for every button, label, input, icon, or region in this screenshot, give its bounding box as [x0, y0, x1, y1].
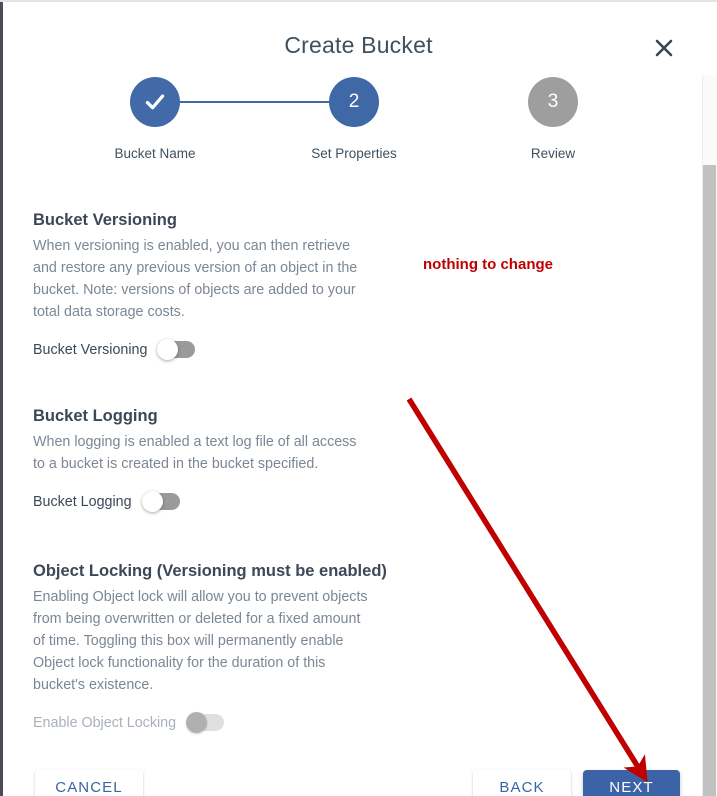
- annotation-note: nothing to change: [423, 256, 553, 273]
- back-button[interactable]: BACK: [473, 770, 571, 796]
- bucket-versioning-toggle-label: Bucket Versioning: [33, 341, 148, 358]
- wizard-stepper: Bucket Name 2 Set Properties 3 Review: [3, 77, 714, 172]
- bucket-logging-description: When logging is enabled a text log file …: [33, 434, 357, 472]
- toggle-knob: [141, 491, 163, 512]
- object-locking-title: Object Locking (Versioning must be enabl…: [33, 562, 387, 580]
- bucket-versioning-title: Bucket Versioning: [33, 211, 177, 229]
- vertical-scrollbar-thumb[interactable]: [703, 165, 716, 796]
- step-1-label: Bucket Name: [114, 146, 196, 161]
- object-locking-toggle-row: Enable Object Locking: [33, 712, 433, 733]
- section-object-locking: Object Locking (Versioning must be enabl…: [33, 562, 433, 733]
- bucket-logging-toggle-row: Bucket Logging: [33, 491, 413, 512]
- object-locking-toggle-label: Enable Object Locking: [33, 714, 177, 731]
- toggle-knob: [157, 339, 179, 360]
- close-icon[interactable]: [652, 36, 676, 60]
- next-button[interactable]: NEXT: [583, 770, 680, 796]
- stepper-step-review[interactable]: 3 Review: [488, 77, 618, 161]
- stepper-step-bucket-name[interactable]: Bucket Name: [90, 77, 220, 161]
- create-bucket-screen: Create Bucket Bucket Name 2 Set Properti…: [0, 0, 717, 796]
- check-icon: [142, 89, 168, 115]
- bucket-logging-title: Bucket Logging: [33, 407, 158, 425]
- bucket-logging-toggle-label: Bucket Logging: [33, 493, 132, 510]
- object-locking-toggle: [186, 712, 225, 733]
- toggle-knob: [186, 712, 208, 733]
- section-bucket-logging: Bucket Logging When logging is enabled a…: [33, 407, 413, 512]
- step-3-label: Review: [530, 146, 576, 161]
- bucket-logging-toggle[interactable]: [141, 491, 180, 512]
- section-bucket-versioning: Bucket Versioning When versioning is ena…: [33, 211, 413, 360]
- step-3-bubble: 3: [528, 77, 578, 127]
- bucket-versioning-toggle[interactable]: [157, 339, 196, 360]
- cancel-button[interactable]: CANCEL: [35, 770, 143, 796]
- step-1-bubble: [130, 77, 180, 127]
- bucket-versioning-toggle-row: Bucket Versioning: [33, 339, 413, 360]
- page-title: Create Bucket: [284, 32, 433, 58]
- step-2-number: 2: [348, 91, 360, 112]
- step-2-label: Set Properties: [311, 146, 397, 161]
- bucket-versioning-description: When versioning is enabled, you can then…: [33, 238, 358, 320]
- step-3-number: 3: [547, 91, 559, 112]
- create-bucket-modal: Create Bucket Bucket Name 2 Set Properti…: [3, 2, 714, 796]
- object-locking-description: Enabling Object lock will allow you to p…: [33, 589, 368, 693]
- step-2-bubble: 2: [329, 77, 379, 127]
- vertical-scrollbar-track[interactable]: [702, 75, 717, 796]
- stepper-step-set-properties[interactable]: 2 Set Properties: [289, 77, 419, 161]
